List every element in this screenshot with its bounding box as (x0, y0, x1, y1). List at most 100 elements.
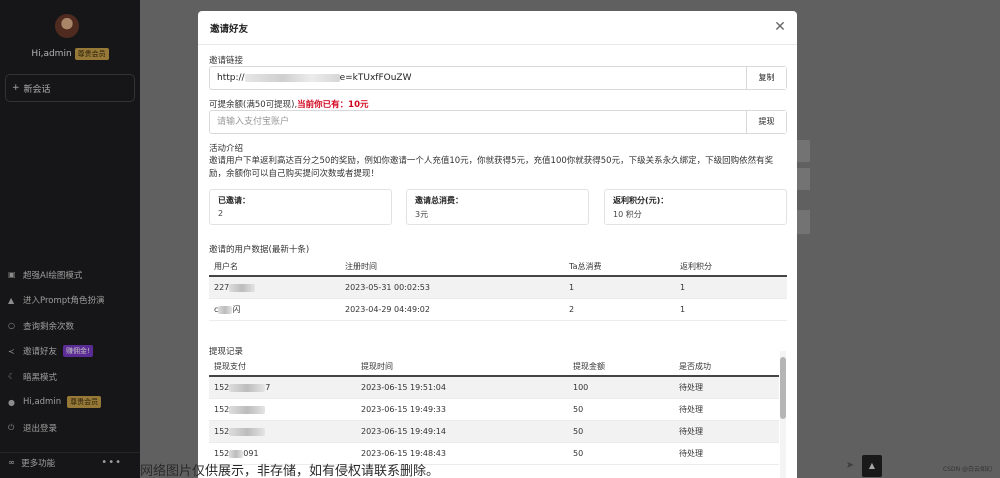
account-text: 152 (214, 449, 230, 458)
withdraw-label: 可提余额(满50可提现),当前你已有：10元 (209, 98, 369, 110)
modal-title: 邀请好友 (198, 11, 797, 45)
sidebar: Hi,admin 尊贵会员 + 新会话 ▣ 超强AI绘图模式 ▲ 进入Prompt… (0, 0, 140, 478)
moon-icon: ☾ (8, 372, 16, 382)
withdraw-button[interactable]: 提现 (746, 111, 786, 133)
sidebar-item-label: 超强AI绘图模式 (23, 270, 83, 281)
cell-spend: 1 (569, 283, 575, 292)
stat-title: 邀请总消费： (415, 196, 463, 205)
blurred-url (244, 73, 340, 82)
csdn-credit: CSDN @白云如幻 (942, 466, 992, 473)
cell-time: 2023-06-15 19:48:43 (361, 449, 446, 458)
search-icon: ○ (8, 321, 15, 331)
sidebar-item-ai-draw[interactable]: ▣ 超强AI绘图模式 (0, 262, 140, 288)
alipay-input[interactable]: 请输入支付宝账户 (210, 111, 746, 133)
withdraw-records-title: 提现记录 (209, 347, 244, 357)
column-header: 是否成功 (679, 362, 711, 371)
stat-title: 已邀请： (218, 196, 250, 205)
cell-time: 2023-04-29 04:49:02 (345, 305, 430, 314)
graduation-cap-icon: ▲ (8, 295, 15, 305)
activity-title: 活动介绍 (209, 144, 244, 154)
user-text-tail: 闪 (232, 305, 241, 314)
sidebar-item-label: 暗黑模式 (23, 372, 58, 383)
cell-amount: 50 (573, 405, 584, 414)
more-features-label: 更多功能 (21, 458, 56, 469)
plus-icon: + (12, 83, 20, 93)
activity-description: 邀请用户下单返利高达百分之50的奖励，例如你邀请一个人充值10元，你就获得5元，… (209, 156, 774, 179)
invite-link-label: 邀请链接 (209, 56, 244, 66)
avatar[interactable] (55, 14, 79, 38)
table-row: 227 2023-05-31 00:02:53 1 1 (209, 277, 787, 299)
sidebar-item-account[interactable]: ● Hi,admin 尊贵会员 (0, 390, 140, 416)
vip-badge: 尊贵会员 (67, 396, 102, 409)
copy-button[interactable]: 复制 (746, 67, 786, 89)
current-balance: 当前你已有：10元 (297, 100, 369, 110)
cell-points: 1 (680, 305, 686, 314)
sidebar-item-invite[interactable]: ≺ 邀请好友 赚佣金! (0, 339, 140, 365)
invited-users-table: 用户名 注册时间 Ta总消费 返利积分 227 2023-05-31 00:02… (209, 258, 787, 321)
stat-card-total-spend: 邀请总消费： 3元 (406, 189, 589, 225)
user-info: Hi,admin 尊贵会员 (0, 48, 140, 60)
cell-status: 待处理 (679, 405, 703, 414)
table-row: 152 2023-06-15 19:49:14 50 待处理 (209, 421, 779, 443)
username: Hi,admin (31, 49, 72, 59)
column-header: 提现支付 (214, 362, 246, 371)
link-icon: ∞ (8, 457, 16, 468)
masked-text (229, 283, 256, 292)
column-header: 用户名 (214, 262, 238, 271)
sidebar-item-logout[interactable]: ⏻ 退出登录 (0, 415, 140, 441)
close-icon[interactable]: ✕ (773, 20, 787, 34)
user-icon: ● (8, 397, 15, 407)
sidebar-item-label: 邀请好友 (23, 347, 58, 358)
new-chat-button[interactable]: + 新会话 (5, 74, 135, 102)
masked-text (229, 427, 266, 436)
cell-time: 2023-06-15 19:49:14 (361, 427, 446, 436)
more-dots-icon[interactable]: ••• (101, 457, 122, 468)
sidebar-menu: ▣ 超强AI绘图模式 ▲ 进入Prompt角色扮演 ○ 查询剩余次数 ≺ 邀请好… (0, 262, 140, 441)
send-icon[interactable]: ➤ (840, 456, 860, 476)
account-text: 152 (214, 405, 230, 414)
sidebar-item-query-count[interactable]: ○ 查询剩余次数 (0, 313, 140, 339)
masked-text (229, 383, 266, 392)
cell-amount: 100 (573, 383, 589, 392)
cell-user: 227 (209, 283, 340, 292)
masked-text (229, 405, 266, 414)
cell-account: 152 091 (209, 449, 356, 458)
withdraw-records-table: 提现支付 提现时间 提现金额 是否成功 152 7 2023-06-15 19:5… (209, 358, 779, 465)
cell-status: 待处理 (679, 449, 703, 458)
column-header: 返利积分 (680, 262, 712, 271)
cell-time: 2023-06-15 19:51:04 (361, 383, 446, 392)
account-text-tail: 091 (243, 449, 259, 458)
cell-amount: 50 (573, 449, 584, 458)
scrollbar-thumb[interactable] (780, 357, 786, 419)
earn-badge: 赚佣金! (63, 345, 93, 358)
cell-spend: 2 (569, 305, 575, 314)
table-row: 152 2023-06-15 19:49:33 50 待处理 (209, 399, 779, 421)
cell-account: 152 (209, 405, 356, 414)
account-text: 152 (214, 383, 230, 392)
invite-link-prefix: http:// (217, 73, 245, 83)
table-row: 152 7 2023-06-15 19:51:04 100 待处理 (209, 377, 779, 399)
modal-scrollbar[interactable] (780, 351, 786, 478)
stat-value: 10 积分 (613, 210, 642, 219)
more-features[interactable]: ∞ 更多功能 ••• (0, 452, 140, 472)
sidebar-item-prompt-role[interactable]: ▲ 进入Prompt角色扮演 (0, 288, 140, 314)
scroll-top-button[interactable]: ▲ (862, 455, 882, 477)
stat-title: 返利积分(元)： (613, 196, 669, 205)
user-text: 227 (214, 283, 230, 292)
sidebar-item-dark-mode[interactable]: ☾ 暗黑模式 (0, 364, 140, 390)
share-icon: ≺ (8, 346, 15, 356)
new-chat-label: 新会话 (23, 84, 51, 95)
stat-card-rebate: 返利积分(元)： 10 积分 (604, 189, 787, 225)
sidebar-item-label: Hi,admin (23, 397, 62, 408)
vip-badge: 尊贵会员 (74, 48, 109, 60)
cell-status: 待处理 (679, 427, 703, 436)
stat-card-invited: 已邀请： 2 (209, 189, 392, 225)
masked-text (229, 449, 244, 458)
cell-status: 待处理 (679, 383, 703, 392)
sidebar-item-label: 查询剩余次数 (23, 321, 75, 332)
invite-link-field[interactable]: http:// e=kTUxfFOuZW 复制 (209, 66, 787, 90)
cell-amount: 50 (573, 427, 584, 436)
alipay-field[interactable]: 请输入支付宝账户 提现 (209, 110, 787, 134)
column-header: 注册时间 (345, 262, 377, 271)
invite-link-value[interactable]: http:// e=kTUxfFOuZW (210, 67, 746, 89)
